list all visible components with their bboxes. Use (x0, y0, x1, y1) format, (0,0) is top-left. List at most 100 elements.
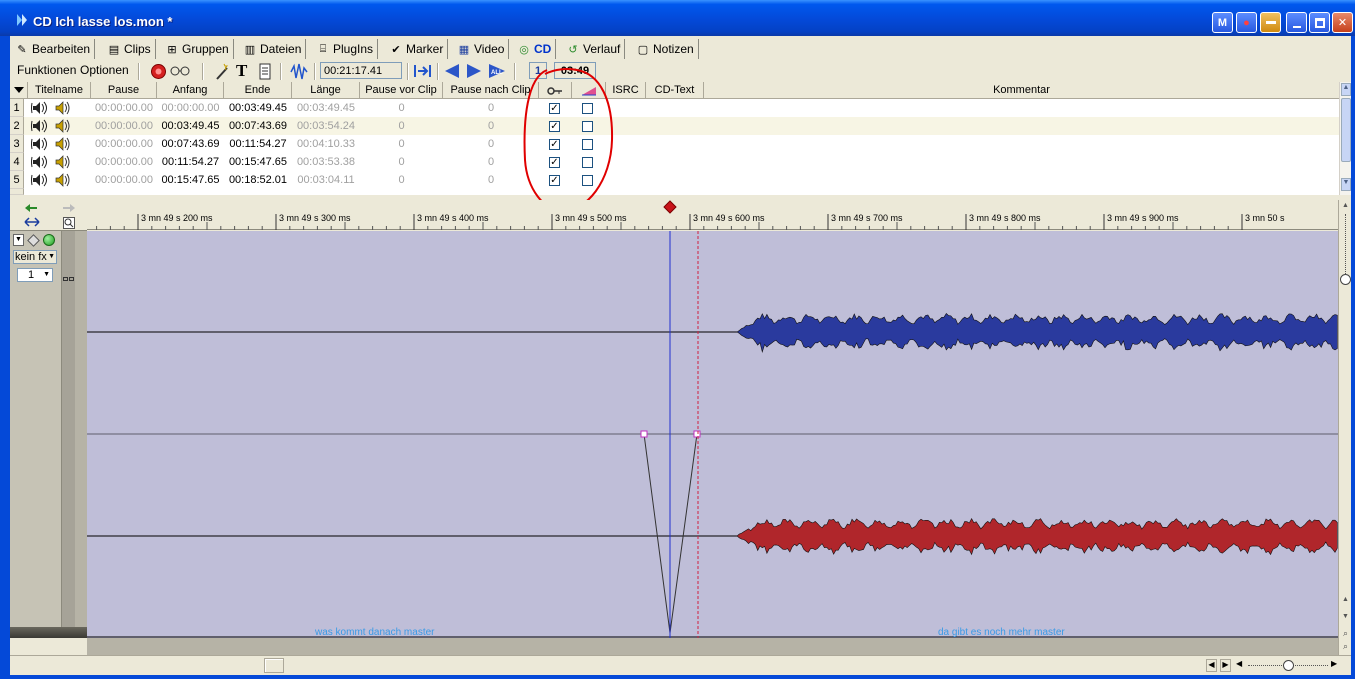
col-pause-vor-clip[interactable]: Pause vor Clip (360, 82, 443, 99)
cell-pause[interactable]: 00:00:00.00 (91, 153, 157, 171)
cell-length[interactable]: 00:03:53.38 (292, 153, 360, 171)
zoom-slider-knob[interactable] (1283, 660, 1294, 671)
record-icon[interactable] (150, 63, 167, 80)
cell-pause[interactable]: 00:00:00.00 (91, 117, 157, 135)
speaker-stereo-icon[interactable] (31, 137, 49, 151)
tab-gruppen[interactable]: ⊞ Gruppen (162, 39, 234, 59)
title-cell[interactable] (30, 153, 90, 171)
cell-end[interactable]: 00:03:49.45 (224, 99, 292, 117)
cell-start[interactable]: 00:07:43.69 (157, 135, 224, 153)
table-row[interactable]: 3 00:00:00.00 00:07:43.69 00:11:54.27 00:04:… (10, 135, 1339, 153)
cell-end[interactable]: 00:07:43.69 (224, 117, 292, 135)
playhead-marker-icon[interactable] (663, 200, 677, 214)
col-anfang[interactable]: Anfang (157, 82, 224, 99)
table-row[interactable]: 4 00:00:00.00 00:11:54.27 00:15:47.65 00:03:… (10, 153, 1339, 171)
title-cell[interactable] (30, 135, 90, 153)
col-laenge[interactable]: Länge (292, 82, 360, 99)
waveform-canvas[interactable]: was kommt danach master da gibt es noch … (87, 231, 1338, 638)
tab-video[interactable]: ▦ Video (454, 39, 510, 59)
zoom-knob[interactable] (1340, 274, 1351, 285)
waveform-icon[interactable] (290, 63, 308, 80)
maximize-button[interactable] (1309, 12, 1330, 33)
table-scroll-thumb[interactable] (1341, 98, 1351, 162)
cell-start[interactable]: 00:03:49.45 (157, 117, 224, 135)
track-active-icon[interactable] (43, 234, 55, 246)
jump-to-icon[interactable] (414, 64, 432, 78)
cell-pre[interactable]: 0 (360, 153, 443, 171)
minimize-app-button[interactable] (1260, 12, 1281, 33)
vertical-zoom-scrollbar[interactable]: ▲ ▲ ▼ ⌕ ⌕ (1338, 200, 1351, 655)
all-icon[interactable]: ALL (488, 63, 506, 79)
col-cd-text[interactable]: CD-Text (646, 82, 704, 99)
record-button[interactable]: ● (1236, 12, 1257, 33)
zoom-icon[interactable] (63, 217, 75, 229)
menu-optionen[interactable]: Optionen (80, 63, 129, 77)
track-menu-icon[interactable]: ▼ (13, 234, 24, 246)
tab-bearbeiten[interactable]: ✎ Bearbeiten (12, 39, 96, 59)
tab-marker[interactable]: ✔ Marker (386, 39, 449, 59)
horizontal-scroll-thumb[interactable] (264, 658, 284, 673)
cell-pre[interactable]: 0 (360, 99, 443, 117)
clip-label-left[interactable]: was kommt danach master (315, 627, 435, 638)
m-button[interactable]: M (1212, 12, 1233, 33)
col-kommentar[interactable]: Kommentar (704, 82, 1339, 99)
cell-pre[interactable]: 0 (360, 171, 443, 189)
window-title-bar[interactable]: CD Ich lasse los.mon * M ● ✕ (0, 0, 1355, 36)
table-row[interactable]: 1 00:00:00.00 00:00:00.00 00:03:49.45 00:03:… (10, 99, 1339, 117)
col-titelname[interactable]: Titelname (28, 82, 91, 99)
scroll-up-small-icon[interactable]: ▲ (1340, 596, 1351, 607)
tab-dateien[interactable]: ▥ Dateien (240, 39, 307, 59)
table-row[interactable]: 2 00:00:00.00 00:03:49.45 00:07:43.69 00:03:… (10, 117, 1339, 135)
cell-pause[interactable]: 00:00:00.00 (91, 171, 157, 189)
tab-clips[interactable]: ▤ Clips (104, 39, 156, 59)
cell-pre[interactable]: 0 (360, 135, 443, 153)
cell-end[interactable]: 00:18:52.01 (224, 171, 292, 189)
zoom-right-icon[interactable]: ▶ (1331, 659, 1337, 668)
speaker-stereo-icon[interactable] (31, 119, 49, 133)
table-scrollbar[interactable]: ▲ ▼ (1339, 82, 1351, 195)
cell-end[interactable]: 00:15:47.65 (224, 153, 292, 171)
back-arrow-icon[interactable] (24, 203, 38, 213)
previous-icon[interactable] (444, 63, 460, 79)
cell-start[interactable]: 00:11:54.27 (157, 153, 224, 171)
clip-label-right[interactable]: da gibt es noch mehr master (938, 627, 1065, 638)
glasses-icon[interactable] (170, 65, 190, 77)
text-tool-icon[interactable]: T (236, 61, 247, 81)
time-ruler[interactable]: 3 mn 49 s 200 ms 3 mn 49 s 300 ms 3 mn 49 … (87, 200, 1338, 230)
scroll-up-icon[interactable]: ▲ (1340, 202, 1351, 213)
menu-funktionen[interactable]: Funktionen (17, 63, 76, 77)
close-button[interactable]: ✕ (1332, 12, 1353, 33)
col-pause[interactable]: Pause (91, 82, 157, 99)
cell-length[interactable]: 00:03:04.11 (292, 171, 360, 189)
horizontal-zoom-slider[interactable]: ◀ ▶ (1236, 659, 1340, 672)
cell-start[interactable]: 00:15:47.65 (157, 171, 224, 189)
zoom-left-icon[interactable]: ◀ (1236, 659, 1242, 668)
tab-verlauf[interactable]: ↺ Verlauf (563, 39, 626, 59)
speaker-icon[interactable] (54, 155, 70, 169)
column-menu[interactable] (10, 82, 28, 99)
tab-notizen[interactable]: ▢ Notizen (633, 39, 699, 59)
table-row[interactable]: 5 00:00:00.00 00:15:47.65 00:18:52.01 00:03:… (10, 171, 1339, 189)
zoom-width-icon[interactable] (24, 217, 40, 227)
scroll-left-icon[interactable]: ◀ (1206, 659, 1217, 672)
scroll-right-icon[interactable]: ▶ (1220, 659, 1231, 672)
diamond-icon[interactable] (27, 234, 40, 247)
cell-length[interactable]: 00:03:49.45 (292, 99, 360, 117)
speaker-stereo-icon[interactable] (31, 173, 49, 187)
cell-pause[interactable]: 00:00:00.00 (91, 135, 157, 153)
speaker-stereo-icon[interactable] (31, 101, 49, 115)
scroll-up-icon[interactable]: ▲ (1341, 83, 1351, 96)
cell-pre[interactable]: 0 (360, 117, 443, 135)
cell-length[interactable]: 00:03:54.24 (292, 117, 360, 135)
cell-end[interactable]: 00:11:54.27 (224, 135, 292, 153)
magic-wand-icon[interactable] (214, 63, 230, 80)
channel-select[interactable]: 1 ▼ (17, 268, 53, 282)
title-cell[interactable] (30, 117, 90, 135)
tab-plugins[interactable]: ⌸ PlugIns (313, 39, 379, 59)
fx-select[interactable]: kein fx ▼ (13, 250, 57, 264)
speaker-stereo-icon[interactable] (31, 155, 49, 169)
scroll-down-small-icon[interactable]: ▼ (1340, 613, 1351, 624)
speaker-icon[interactable] (54, 119, 70, 133)
zoom-out-icon[interactable]: ⌕ (1340, 641, 1351, 652)
cell-pause[interactable]: 00:00:00.00 (91, 99, 157, 117)
